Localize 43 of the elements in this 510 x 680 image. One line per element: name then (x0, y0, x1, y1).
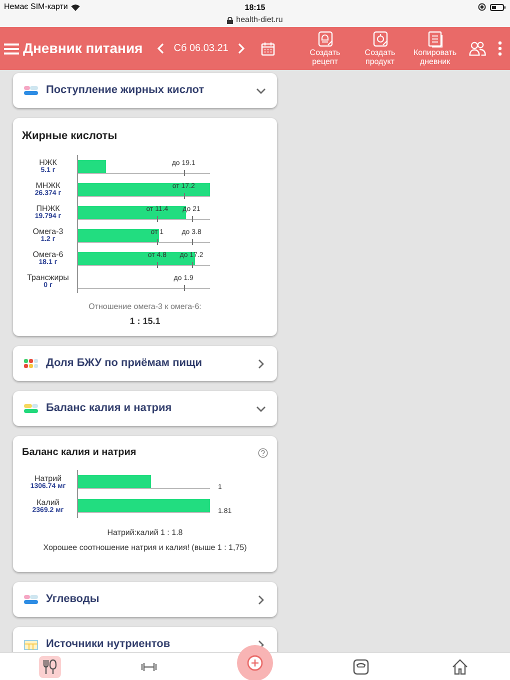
section-header[interactable]: Поступление жирных кислот (13, 73, 277, 108)
nutrient-label: Омега-3 (32, 226, 64, 236)
ratio-value: 1 : 15.1 (128, 314, 162, 328)
section-header[interactable]: Доля БЖУ по приёмам пищи (13, 346, 277, 381)
section-header[interactable]: Углеводы (13, 582, 277, 617)
url-text: health-diet.ru (236, 14, 283, 26)
lock-icon (227, 16, 234, 24)
nutrient-label: НЖК (39, 158, 57, 166)
orientation-lock-icon (478, 3, 486, 11)
bars-icon (24, 404, 38, 414)
more-icon[interactable] (498, 41, 502, 56)
section-header[interactable]: Источники нутриентов (13, 627, 277, 652)
page-title: Дневник питания (23, 39, 143, 58)
nutrient-label: МНЖК (36, 180, 60, 190)
next-day-icon[interactable] (238, 43, 246, 54)
menu-icon[interactable] (4, 42, 19, 54)
nutrient-label: ПНЖК (36, 204, 60, 212)
carrier-text: Немає SIM-карти (4, 1, 68, 13)
clock-text: 18:15 (244, 2, 266, 14)
help-icon[interactable] (258, 448, 268, 458)
nutrient-label: Омега-6 (32, 250, 64, 258)
ratio-label: Отношение омега-3 к омега-6: (88, 300, 202, 312)
product-card-icon (370, 31, 390, 48)
fork-spoon-icon[interactable] (38, 656, 61, 678)
note-text: Хорошее соотношение натрия и калия! (выше 1 : 1,75) (42, 542, 248, 554)
section-header[interactable]: Баланс калия и натрия (13, 391, 277, 426)
people-icon[interactable] (469, 41, 486, 56)
grid-icon (24, 358, 38, 368)
card-title: Жирные кислоты (22, 129, 118, 144)
nutrient-label: Калий (36, 498, 60, 506)
calendar-icon[interactable] (261, 42, 276, 56)
nutrient-label: Трансжиры (27, 272, 69, 282)
card-title: Баланс калия и натрия (22, 446, 136, 460)
table-icon (24, 640, 38, 650)
document-icon (426, 31, 444, 48)
recipe-card-icon (316, 31, 334, 48)
ratio-text: Натрий:калий 1 : 1.8 (106, 527, 184, 539)
bars-icon (24, 86, 38, 96)
wifi-icon (70, 4, 80, 10)
battery-icon (490, 4, 506, 10)
nutrient-label: Натрий (34, 474, 62, 482)
bars-icon (24, 594, 38, 604)
previous-day-icon[interactable] (156, 43, 164, 54)
